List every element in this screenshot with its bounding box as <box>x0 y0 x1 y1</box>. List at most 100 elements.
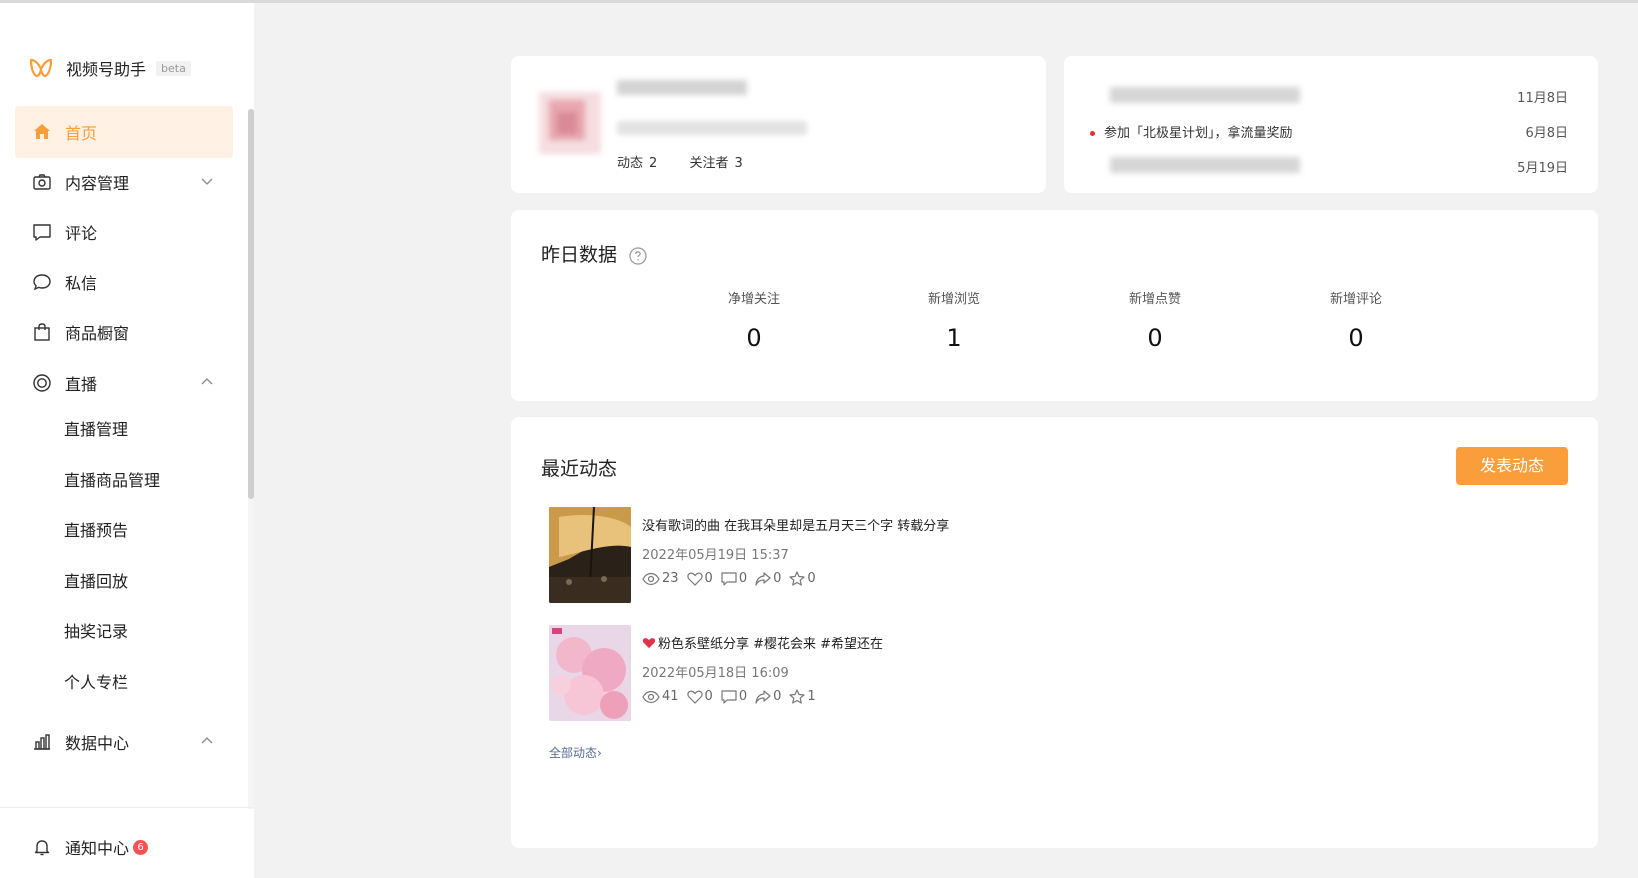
likes-stat: 0 <box>686 571 713 586</box>
heart-emoji-icon <box>642 638 656 649</box>
chevron-up-icon <box>201 737 213 744</box>
comment-icon <box>721 689 737 704</box>
notice-date: 11月8日 <box>1517 91 1568 106</box>
app-logo[interactable]: 视频号助手 beta <box>28 55 191 81</box>
notice-text-redacted <box>1110 87 1300 103</box>
profile-card: 动态 2 关注者 3 <box>511 56 1046 193</box>
post-title[interactable]: 没有歌词的曲 在我耳朵里却是五月天三个字 转载分享 <box>642 515 949 534</box>
shares-count: 0 <box>773 689 782 704</box>
comments-count: 0 <box>738 689 748 704</box>
sidebar-subitem-live-replay[interactable]: 直播回放 <box>64 570 128 594</box>
notice-text-redacted <box>1110 157 1300 173</box>
metric-value: 0 <box>1348 324 1364 352</box>
shares-stat: 0 <box>755 689 781 704</box>
sidebar-item-live[interactable]: 直播 <box>15 357 233 409</box>
notice-card: 11月8日 参加「北极星计划」，拿流量奖励 6月8日 5月19日 <box>1064 56 1598 193</box>
followers-stat[interactable]: 关注者 3 <box>689 156 756 171</box>
recent-posts-card: 最近动态 发表动态 没有歌词的曲 在我耳朵里却是五月天三个字 转载分享 2022… <box>511 417 1598 848</box>
sidebar-item-label: 数据中心 <box>65 734 130 753</box>
sidebar-item-messages[interactable]: 私信 <box>15 256 233 308</box>
comment-icon <box>31 221 53 243</box>
post-time: 2022年05月19日 15:37 <box>642 548 789 563</box>
sidebar-subitem-live-products[interactable]: 直播商品管理 <box>64 469 160 493</box>
unread-dot <box>1090 131 1095 136</box>
sidebar-item-label: 评论 <box>65 224 98 243</box>
sidebar-item-home[interactable]: 首页 <box>15 106 233 158</box>
notice-item[interactable]: 参加「北极星计划」，拿流量奖励 6月8日 <box>1090 122 1568 141</box>
chevron-up-icon <box>201 378 213 385</box>
views-count: 41 <box>662 689 679 704</box>
star-icon <box>789 689 805 704</box>
notice-date: 6月8日 <box>1525 126 1568 141</box>
heart-icon <box>686 690 703 704</box>
publish-post-button[interactable]: 发表动态 <box>1456 447 1568 485</box>
sidebar-item-notifications[interactable]: 通知中心 6 <box>15 821 233 873</box>
avatar[interactable] <box>539 92 601 154</box>
sidebar-item-shop[interactable]: 商品橱窗 <box>15 306 233 358</box>
comments-stat: 0 <box>721 689 747 704</box>
sidebar-subitem-lottery[interactable]: 抽奖记录 <box>64 620 128 644</box>
metric-label: 净增关注 <box>727 292 780 307</box>
yesterday-title: 昨日数据 <box>541 244 618 266</box>
comment-icon <box>721 571 737 586</box>
metric-value: 1 <box>946 324 962 352</box>
metric-value: 0 <box>1147 324 1163 352</box>
sidebar-item-label: 内容管理 <box>65 174 130 193</box>
profile-stats: 动态 2 关注者 3 <box>617 152 771 171</box>
post-stats: 23 0 0 0 0 <box>642 571 824 586</box>
all-posts-link[interactable]: 全部动态› <box>549 744 602 761</box>
post-time: 2022年05月18日 16:09 <box>642 666 789 681</box>
chat-bubble-icon <box>31 271 53 293</box>
star-icon <box>789 571 805 586</box>
dynamics-label: 动态 <box>617 156 644 171</box>
eye-icon <box>642 572 660 585</box>
notification-badge: 6 <box>133 839 149 855</box>
recent-title: 最近动态 <box>541 458 618 480</box>
followers-label: 关注者 <box>689 156 729 171</box>
post-title-text: 粉色系壁纸分享 #樱花会来 #希望还在 <box>658 637 884 652</box>
bell-icon <box>31 836 53 858</box>
camera-icon <box>31 171 53 193</box>
comments-stat: 0 <box>721 571 747 586</box>
shares-count: 0 <box>773 571 782 586</box>
divider <box>0 807 254 808</box>
sidebar-scrollbar[interactable] <box>248 109 254 499</box>
help-icon[interactable] <box>629 246 647 265</box>
live-icon <box>31 372 53 394</box>
sidebar-item-label: 通知中心 <box>65 839 130 858</box>
sidebar-item-data[interactable]: 数据中心 <box>15 716 233 768</box>
share-icon <box>755 571 771 586</box>
chevron-down-icon <box>201 178 213 185</box>
metric-net-follow: 净增关注 0 <box>694 288 814 352</box>
profile-id-redacted <box>617 121 807 135</box>
sidebar-subitem-column[interactable]: 个人专栏 <box>64 671 128 695</box>
post-thumbnail[interactable] <box>549 507 631 603</box>
post-stats: 41 0 0 0 1 <box>642 689 824 704</box>
likes-stat: 0 <box>686 689 713 704</box>
metric-new-views: 新增浏览 1 <box>894 288 1014 352</box>
sidebar-item-label: 直播 <box>65 375 98 394</box>
sidebar-item-comments[interactable]: 评论 <box>15 206 233 258</box>
section-title: 昨日数据 <box>541 240 647 267</box>
sidebar: 视频号助手 beta 首页 内容管理 评论 私信 商品橱窗 直播 直播管理 直播… <box>0 3 254 878</box>
yesterday-data-card: 昨日数据 净增关注 0 新增浏览 1 新增点赞 0 新增评论 0 <box>511 210 1598 401</box>
likes-count: 0 <box>704 689 713 704</box>
beta-badge: beta <box>156 60 191 76</box>
sidebar-item-content[interactable]: 内容管理 <box>15 156 233 208</box>
comments-count: 0 <box>738 571 748 586</box>
shopping-bag-icon <box>31 321 53 343</box>
sidebar-subitem-live-manage[interactable]: 直播管理 <box>64 418 128 442</box>
butterfly-logo-icon <box>29 58 53 78</box>
sidebar-subitem-live-preview[interactable]: 直播预告 <box>64 519 128 543</box>
sidebar-item-label: 私信 <box>65 274 98 293</box>
sidebar-item-label: 商品橱窗 <box>65 324 130 343</box>
app-name: 视频号助手 <box>66 60 147 79</box>
notice-text: 参加「北极星计划」，拿流量奖励 <box>1104 126 1293 141</box>
likes-count: 0 <box>704 571 713 586</box>
eye-icon <box>642 690 660 703</box>
favs-stat: 0 <box>789 571 816 586</box>
followers-count: 3 <box>734 156 743 171</box>
post-title[interactable]: 粉色系壁纸分享 #樱花会来 #希望还在 <box>642 633 883 652</box>
post-thumbnail[interactable] <box>549 625 631 721</box>
dynamics-stat[interactable]: 动态 2 <box>617 156 671 171</box>
